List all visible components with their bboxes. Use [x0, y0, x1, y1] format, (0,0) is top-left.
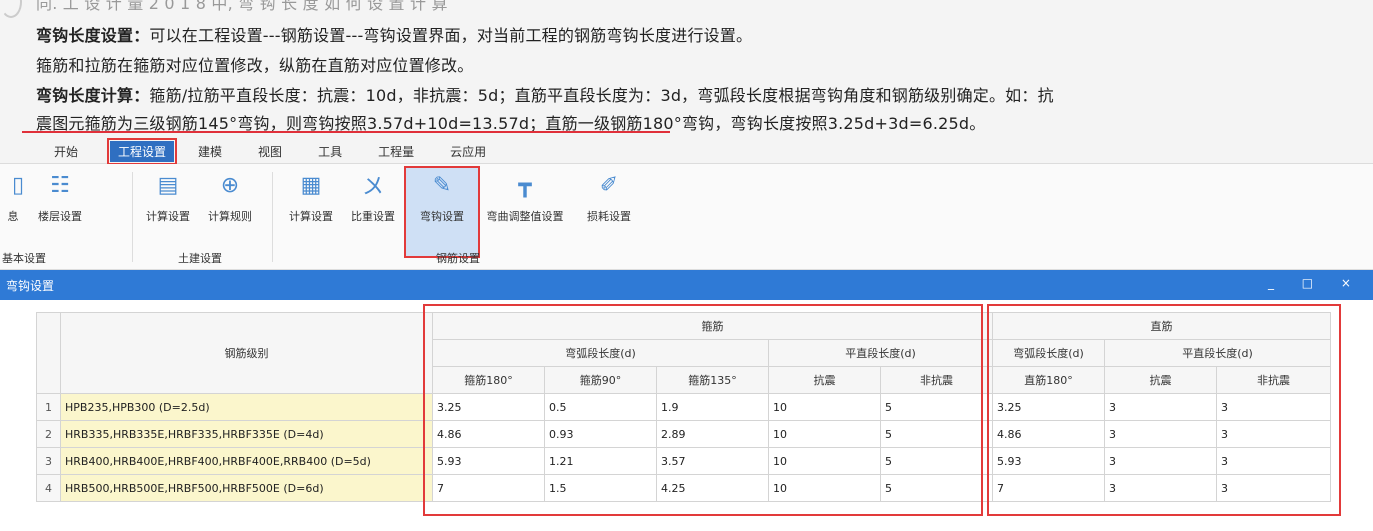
calc-rules-icon: ⊕ — [220, 172, 240, 198]
dialog-title: 弯钩设置 — [6, 278, 55, 293]
loss-settings-button[interactable]: ✐ 损耗设置 — [580, 168, 638, 224]
loss-settings-icon: ✐ — [599, 172, 619, 198]
header-rebar-level: 钢筋级别 — [60, 312, 433, 394]
hook-settings-button[interactable]: ✎ 弯钩设置 — [404, 166, 480, 258]
density-icon: 〤 — [361, 175, 384, 200]
paragraph-1: 弯钩长度设置：可以在工程设置---钢筋设置---弯钩设置界面，对当前工程的钢筋弯… — [36, 22, 752, 46]
row-number: 4 — [36, 474, 61, 502]
ribbon: ▯ 息 ☷ 楼层设置 基本设置 ▤ 计算设置 ⊕ 计算规则 土建设置 ▦ 计算设置 〤比重… — [0, 164, 1373, 270]
menu-modeling[interactable]: 建模 — [194, 141, 226, 162]
floor-settings-icon: ☷ — [50, 172, 70, 198]
rebar-calc-settings-button[interactable]: ▦ 计算设置 — [282, 168, 340, 224]
row-number: 1 — [36, 393, 61, 421]
ribbon-separator — [132, 172, 133, 262]
rebar-level-cell[interactable]: HRB500,HRB500E,HRBF500,HRBF500E (D=6d) — [60, 474, 433, 502]
dialog-body: 钢筋级别 箍筋 直筋 弯弧段长度(d) 平直段长度(d) 弯弧段长度(d) 平直… — [0, 300, 1373, 531]
red-underline — [22, 131, 670, 133]
menu-cloud[interactable]: 云应用 — [446, 141, 490, 162]
calc-settings-icon: ▤ — [157, 172, 179, 198]
corner-cell — [36, 312, 61, 394]
density-settings-button[interactable]: 〤比重设置 — [344, 168, 402, 224]
cut-off-line: 同. 工 设 计 量 2 0 1 8 中, 弯 钩 长 度 如 何 设 置 计 … — [36, 0, 448, 13]
window-controls[interactable]: _ □ × — [1268, 276, 1363, 290]
group-rebar-settings: 钢筋设置 — [436, 252, 480, 265]
rebar-calc-icon: ▦ — [300, 172, 322, 198]
rebar-level-cell[interactable]: HPB235,HPB300 (D=2.5d) — [60, 393, 433, 421]
bend-adjust-button[interactable]: ┳ 弯曲调整值设置 — [480, 168, 570, 224]
group-basic-settings: 基本设置 — [2, 252, 46, 265]
p3-text: 箍筋/拉筋平直段长度：抗震：10d，非抗震：5d；直筋平直段长度为：3d，弯弧段… — [149, 86, 1054, 105]
info-button[interactable]: ▯ 息 — [2, 168, 25, 224]
row-number: 2 — [36, 420, 61, 448]
software-screenshot: 开始 工程设置 建模 视图 工具 工程量 云应用 ▯ 息 ☷ 楼层设置 基本设置 ▤… — [0, 138, 1373, 531]
paragraph-3: 弯钩长度计算：箍筋/拉筋平直段长度：抗震：10d，非抗震：5d；直筋平直段长度为… — [36, 82, 1054, 106]
row-number: 3 — [36, 447, 61, 475]
menu-view[interactable]: 视图 — [254, 141, 286, 162]
p1-text: 可以在工程设置---钢筋设置---弯钩设置界面，对当前工程的钢筋弯钩长度进行设置… — [149, 26, 753, 45]
rebar-level-cell[interactable]: HRB335,HRB335E,HRBF335,HRBF335E (D=4d) — [60, 420, 433, 448]
quote-decoration — [0, 0, 22, 18]
dialog-titlebar: 弯钩设置 _ □ × — [0, 270, 1373, 300]
group-civil-settings: 土建设置 — [178, 252, 222, 265]
ribbon-separator — [272, 172, 273, 262]
menu-start[interactable]: 开始 — [50, 141, 82, 162]
p1-bold: 弯钩长度设置： — [36, 26, 150, 45]
calc-settings-button[interactable]: ▤ 计算设置 — [140, 168, 196, 224]
hook-settings-icon: ✎ — [432, 172, 452, 198]
menu-tools[interactable]: 工具 — [314, 141, 346, 162]
menu-bar: 开始 工程设置 建模 视图 工具 工程量 云应用 — [0, 138, 1373, 165]
menu-quantity[interactable]: 工程量 — [374, 141, 418, 162]
menu-project-settings[interactable]: 工程设置 — [107, 138, 178, 165]
floor-settings-button[interactable]: ☷ 楼层设置 — [30, 168, 90, 224]
article-text: 同. 工 设 计 量 2 0 1 8 中, 弯 钩 长 度 如 何 设 置 计 … — [0, 0, 1373, 140]
rebar-level-cell[interactable]: HRB400,HRB400E,HRBF400,HRBF400E,RRB400 (… — [60, 447, 433, 475]
stirrup-highlight-box — [423, 304, 983, 516]
p3-bold: 弯钩长度计算： — [36, 86, 150, 105]
paragraph-2: 箍筋和拉筋在箍筋对应位置修改，纵筋在直筋对应位置修改。 — [36, 56, 474, 75]
calc-rules-button[interactable]: ⊕ 计算规则 — [202, 168, 258, 224]
straight-highlight-box — [987, 304, 1341, 516]
bend-adjust-icon: ┳ — [518, 172, 532, 198]
